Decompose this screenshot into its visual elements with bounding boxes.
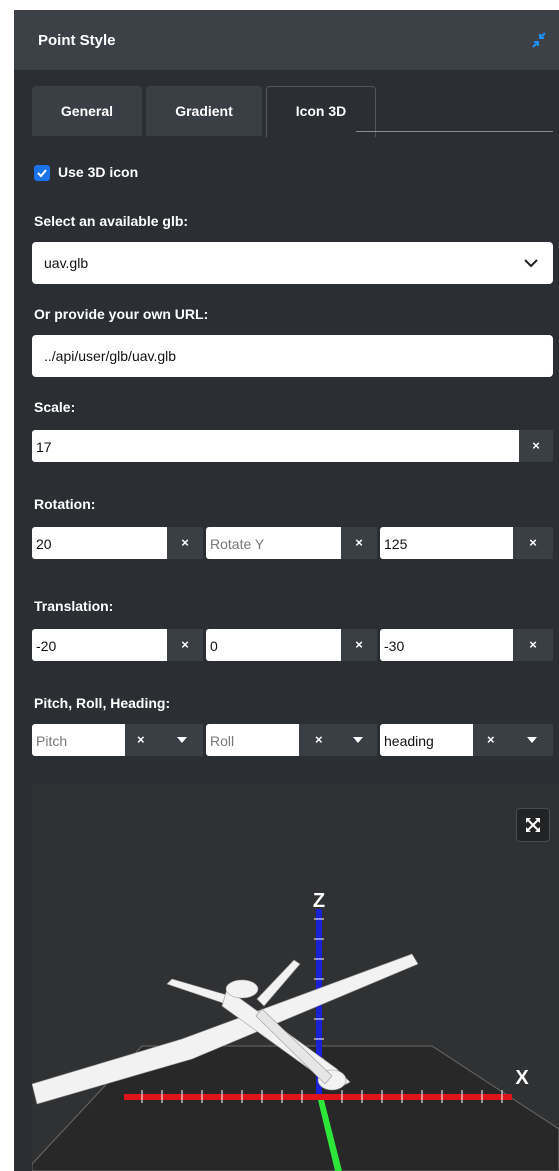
roll-input[interactable]: Roll [206, 724, 299, 756]
translation-label: Translation: [34, 598, 114, 614]
orientation-label: Pitch, Roll, Heading: [34, 695, 171, 711]
heading-controls: × [473, 724, 553, 756]
use-3d-icon-label: Use 3D icon [58, 164, 139, 180]
x-axis-label: X [515, 1067, 529, 1089]
heading-field: heading × [380, 724, 553, 756]
roll-field: Roll × [206, 724, 377, 756]
glb-select[interactable]: uav.glb [32, 242, 553, 284]
rotation-y-clear-button[interactable]: × [341, 527, 377, 559]
pitch-dropdown-icon[interactable] [177, 737, 187, 743]
rotation-label: Rotation: [34, 496, 96, 512]
use-3d-icon-checkbox[interactable] [34, 165, 50, 181]
rotation-x-field: 20 × [32, 527, 203, 559]
custom-url-value: ../api/user/glb/uav.glb [44, 348, 177, 364]
pitch-placeholder: Pitch [36, 733, 68, 749]
tab-underline [356, 131, 553, 132]
scale-clear-button[interactable]: × [519, 430, 553, 462]
translation-y-clear-button[interactable]: × [341, 629, 377, 661]
viewer-scene: Z X [32, 890, 559, 1171]
custom-url-input[interactable]: ../api/user/glb/uav.glb [32, 335, 553, 377]
roll-clear-button[interactable]: × [315, 724, 323, 756]
expand-icon [526, 818, 540, 832]
translation-x-clear-button[interactable]: × [167, 629, 203, 661]
heading-value: heading [384, 733, 434, 749]
roll-placeholder: Roll [210, 733, 235, 749]
model-3d-viewer[interactable]: Z X [32, 784, 559, 1171]
rotation-x-input[interactable]: 20 [32, 527, 167, 559]
heading-dropdown-icon[interactable] [527, 737, 537, 743]
fullscreen-button[interactable] [516, 808, 550, 842]
translation-y-value: 0 [210, 638, 218, 654]
pitch-input[interactable]: Pitch [32, 724, 125, 756]
rotation-x-clear-button[interactable]: × [167, 527, 203, 559]
translation-y-field: 0 × [206, 629, 377, 661]
rotation-z-field: 125 × [380, 527, 553, 559]
heading-input[interactable]: heading [380, 724, 473, 756]
panel-header: Point Style [14, 10, 559, 70]
collapse-icon[interactable] [529, 30, 549, 50]
tab-bar: General Gradient Icon 3D [32, 86, 542, 146]
translation-z-clear-button[interactable]: × [513, 629, 553, 661]
roll-dropdown-icon[interactable] [353, 737, 363, 743]
z-axis-label: Z [313, 890, 325, 912]
tab-general[interactable]: General [32, 86, 142, 136]
point-style-panel: Point Style General Gradient Icon 3D Use… [14, 10, 559, 1171]
translation-y-input[interactable]: 0 [206, 629, 341, 661]
translation-z-value: -30 [384, 638, 405, 654]
scale-value: 17 [36, 439, 52, 455]
glb-select-label: Select an available glb: [34, 213, 189, 229]
rotation-y-input[interactable]: Rotate Y [206, 527, 341, 559]
pitch-clear-button[interactable]: × [137, 724, 145, 756]
rotation-x-value: 20 [36, 536, 52, 552]
custom-url-label: Or provide your own URL: [34, 306, 209, 322]
translation-z-input[interactable]: -30 [380, 629, 513, 661]
tab-gradient[interactable]: Gradient [146, 86, 262, 136]
translation-x-field: -20 × [32, 629, 203, 661]
translation-z-field: -30 × [380, 629, 553, 661]
pitch-field: Pitch × [32, 724, 203, 756]
rotation-y-field: Rotate Y × [206, 527, 377, 559]
roll-controls: × [299, 724, 377, 756]
translation-x-value: -20 [36, 638, 57, 654]
scale-input[interactable]: 17 [32, 430, 519, 462]
chevron-down-icon [524, 259, 538, 268]
rotation-z-value: 125 [384, 536, 408, 552]
rotation-z-input[interactable]: 125 [380, 527, 513, 559]
heading-clear-button[interactable]: × [487, 724, 495, 756]
rotation-z-clear-button[interactable]: × [513, 527, 553, 559]
rotation-y-placeholder: Rotate Y [210, 536, 265, 552]
translation-x-input[interactable]: -20 [32, 629, 167, 661]
pitch-controls: × [125, 724, 203, 756]
panel-title: Point Style [38, 32, 116, 49]
tab-icon-3d[interactable]: Icon 3D [266, 86, 376, 137]
scale-label: Scale: [34, 399, 76, 415]
scale-field: 17 × [32, 430, 553, 462]
glb-select-value: uav.glb [44, 255, 89, 271]
